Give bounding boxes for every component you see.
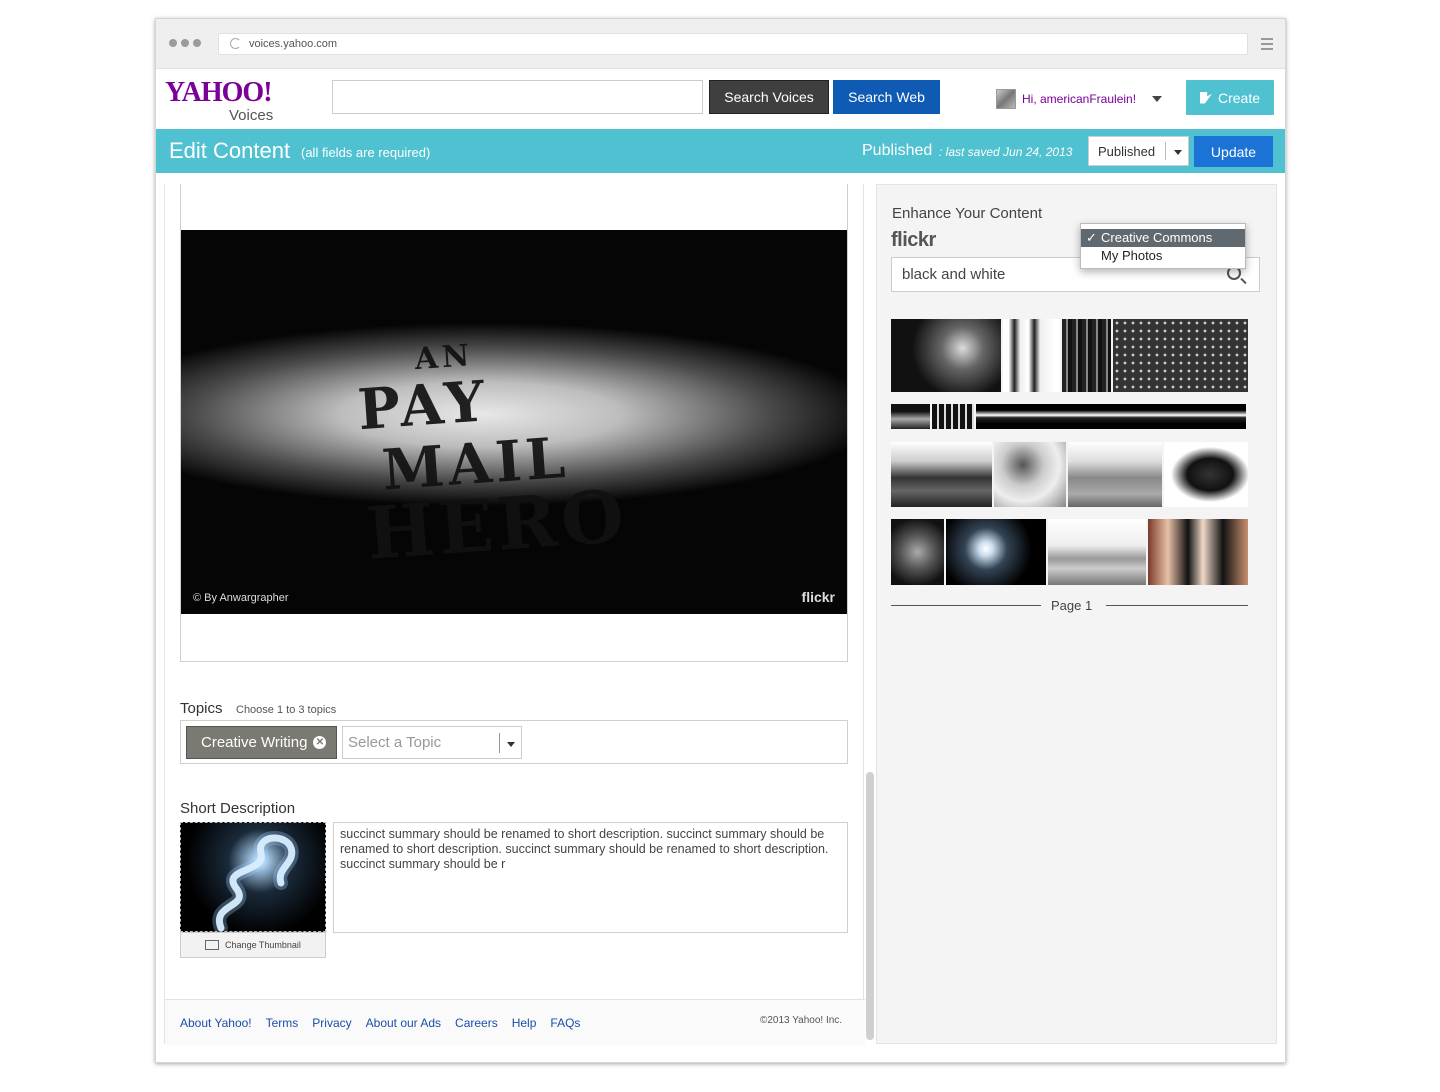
- photo-source-dropdown[interactable]: ✓ Creative Commons My Photos: [1080, 223, 1246, 269]
- last-saved-text: : last saved Jun 24, 2013: [939, 145, 1073, 159]
- window-controls[interactable]: [169, 39, 201, 47]
- flickr-watermark: flickr: [801, 589, 835, 605]
- search-web-button[interactable]: Search Web: [833, 80, 940, 114]
- enhance-title: Enhance Your Content: [892, 205, 1043, 222]
- copyright: ©2013 Yahoo! Inc.: [760, 1015, 843, 1026]
- browser-window: voices.yahoo.com YAHOO! Voices Search Vo…: [155, 18, 1286, 1063]
- edit-content-bar: Edit Content (all fields are required) P…: [156, 129, 1285, 173]
- gallery-thumb[interactable]: [891, 319, 1001, 392]
- flickr-search-value: black and white: [902, 266, 1006, 283]
- gallery-row: [891, 442, 1248, 507]
- dropdown-option-creative-commons[interactable]: ✓ Creative Commons: [1081, 229, 1245, 247]
- light-trail-graphic: [212, 831, 299, 931]
- gallery-thumb[interactable]: [994, 442, 1066, 507]
- chevron-down-icon[interactable]: [1174, 150, 1182, 155]
- gallery-row: [891, 319, 1248, 392]
- footer-link-careers[interactable]: Careers: [455, 1016, 498, 1030]
- url-text: voices.yahoo.com: [249, 38, 338, 50]
- chevron-down-icon[interactable]: [507, 742, 515, 747]
- create-button[interactable]: Create: [1186, 80, 1274, 115]
- gallery-thumb[interactable]: [932, 404, 974, 429]
- search-voices-button[interactable]: Search Voices: [709, 80, 829, 114]
- change-thumbnail-button[interactable]: Change Thumbnail: [180, 932, 326, 958]
- footer-link-about-yahoo[interactable]: About Yahoo!: [180, 1016, 252, 1030]
- footer-links: About Yahoo! Terms Privacy About our Ads…: [180, 1016, 580, 1030]
- gallery-thumb[interactable]: [1113, 319, 1248, 392]
- user-menu[interactable]: Hi, americanFraulein!: [996, 89, 1163, 109]
- gallery-thumb[interactable]: [891, 404, 930, 429]
- topic-chip-label: Creative Writing: [201, 734, 308, 751]
- divider-line: [1106, 605, 1248, 606]
- scrollbar[interactable]: [866, 772, 874, 1040]
- select-divider: [499, 733, 500, 753]
- check-icon: ✓: [1086, 230, 1097, 245]
- footer-link-about-ads[interactable]: About our Ads: [366, 1016, 441, 1030]
- gallery-row: [891, 519, 1248, 585]
- topic-select[interactable]: Select a Topic: [342, 726, 522, 759]
- short-description-textarea[interactable]: succinct summary should be renamed to sh…: [333, 822, 848, 933]
- footer-link-terms[interactable]: Terms: [266, 1016, 299, 1030]
- gallery-thumb[interactable]: [891, 519, 944, 585]
- topic-select-placeholder: Select a Topic: [348, 734, 442, 751]
- short-description-label: Short Description: [180, 800, 296, 817]
- address-bar[interactable]: voices.yahoo.com: [218, 33, 1248, 55]
- browser-chrome: voices.yahoo.com: [156, 19, 1285, 69]
- topics-field[interactable]: Creative Writing ✕ Select a Topic: [180, 720, 848, 764]
- gallery-thumb[interactable]: [1048, 519, 1146, 585]
- gallery-thumb[interactable]: [1003, 319, 1060, 392]
- embedded-flickr-photo[interactable]: AN PAY MAIL HERO © By Anwargrapher flick…: [181, 230, 847, 614]
- page-subtitle: (all fields are required): [301, 145, 431, 160]
- menu-icon[interactable]: [1261, 38, 1273, 50]
- topics-label: Topics: [180, 700, 223, 717]
- gallery-thumb[interactable]: [1148, 519, 1248, 585]
- photo-graffiti: AN PAY MAIL HERO: [354, 331, 631, 576]
- reload-icon[interactable]: [230, 38, 241, 49]
- image-icon: [205, 940, 220, 950]
- content-editor-panel: AN PAY MAIL HERO © By Anwargrapher flick…: [164, 184, 865, 1045]
- search-input[interactable]: [332, 80, 703, 114]
- gallery-thumb[interactable]: [976, 404, 1246, 429]
- footer-link-faqs[interactable]: FAQs: [550, 1016, 580, 1030]
- enhance-panel: Enhance Your Content flickr black and wh…: [876, 184, 1277, 1044]
- site-header: YAHOO! Voices Search Voices Search Web H…: [156, 69, 1285, 129]
- photo-credit: © By Anwargrapher: [193, 592, 289, 604]
- yahoo-voices-logo[interactable]: YAHOO! Voices: [165, 77, 285, 125]
- page-title: Edit Content: [169, 138, 291, 163]
- update-button[interactable]: Update: [1194, 136, 1273, 167]
- voices-logo-text: Voices: [229, 107, 274, 124]
- change-thumbnail-label: Change Thumbnail: [225, 940, 301, 950]
- pagination: Page 1: [891, 598, 1248, 614]
- topics-hint: Choose 1 to 3 topics: [236, 704, 337, 716]
- remove-icon[interactable]: ✕: [313, 736, 327, 749]
- select-divider: [1165, 142, 1166, 160]
- status-select[interactable]: Published: [1088, 136, 1189, 166]
- footer: About Yahoo! Terms Privacy About our Ads…: [165, 999, 865, 1045]
- gallery-thumb[interactable]: [1068, 442, 1162, 507]
- content-editor[interactable]: AN PAY MAIL HERO © By Anwargrapher flick…: [180, 184, 848, 662]
- user-greeting[interactable]: Hi, americanFraulein!: [1022, 92, 1136, 106]
- pen-icon: [1199, 91, 1212, 104]
- dropdown-option-label: My Photos: [1101, 248, 1163, 263]
- dropdown-option-label: Creative Commons: [1101, 230, 1213, 245]
- gallery-thumb[interactable]: [1062, 319, 1111, 392]
- topic-chip[interactable]: Creative Writing ✕: [186, 726, 337, 759]
- photo-word: HERO: [363, 472, 631, 576]
- footer-link-help[interactable]: Help: [512, 1016, 537, 1030]
- page-label[interactable]: Page 1: [1041, 598, 1103, 613]
- create-label: Create: [1217, 89, 1261, 106]
- yahoo-logo-text: YAHOO!: [165, 77, 273, 108]
- gallery-thumb[interactable]: [1164, 442, 1248, 507]
- gallery-thumb[interactable]: [946, 519, 1046, 585]
- avatar[interactable]: [996, 89, 1016, 109]
- publish-status: Published: [862, 142, 933, 159]
- dropdown-option-my-photos[interactable]: My Photos: [1081, 247, 1245, 265]
- flickr-logo: flickr: [891, 229, 936, 251]
- footer-link-privacy[interactable]: Privacy: [312, 1016, 351, 1030]
- gallery-thumb[interactable]: [891, 442, 992, 507]
- divider-line: [891, 605, 1046, 606]
- thumbnail-image: [180, 822, 326, 932]
- chevron-down-icon[interactable]: [1152, 96, 1163, 102]
- gallery-row: [891, 404, 1246, 429]
- status-select-value: Published: [1098, 143, 1156, 159]
